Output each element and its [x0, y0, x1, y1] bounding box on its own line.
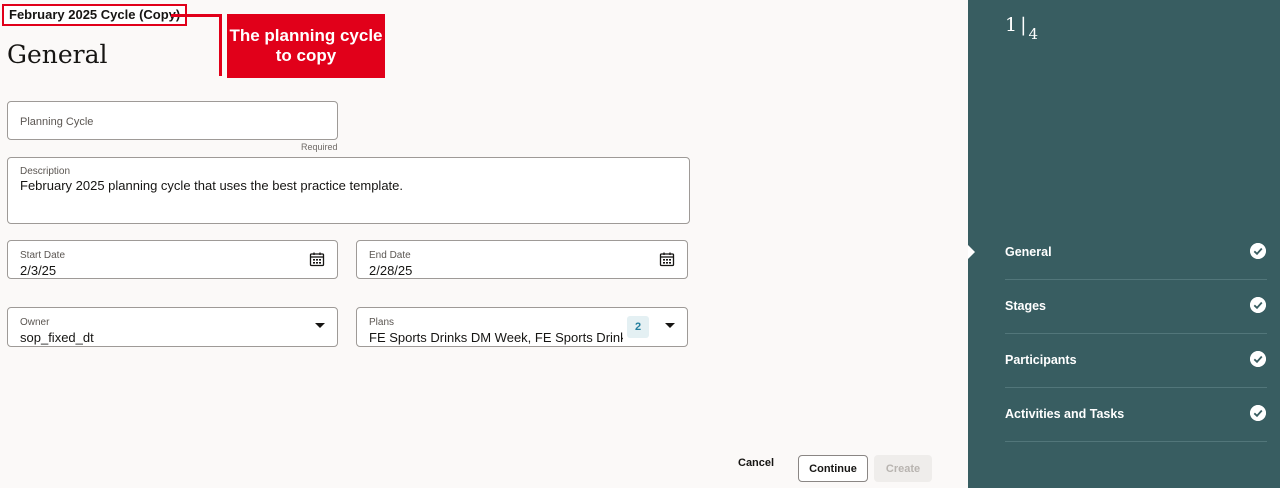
end-date-value: 2/28/25 [369, 263, 413, 278]
current-step-number: 1 [1005, 14, 1018, 36]
start-date-field[interactable]: Start Date 2/3/25 [7, 240, 338, 279]
main-panel: February 2025 Cycle (Copy) The planning … [0, 0, 968, 488]
step-label: Activities and Tasks [1005, 407, 1125, 421]
step-counter: 1 | 4 [1005, 14, 1038, 43]
plans-count-badge: 2 [627, 316, 649, 338]
owner-value: sop_fixed_dt [20, 330, 94, 345]
callout-label: The planning cycle to copy [227, 14, 385, 78]
step-stages[interactable]: Stages [1005, 280, 1267, 334]
chevron-down-icon[interactable] [315, 323, 325, 328]
callout-connector-vertical [219, 14, 222, 76]
active-step-pointer [968, 245, 975, 259]
step-label: Stages [1005, 299, 1046, 313]
end-date-label: End Date [369, 250, 411, 261]
plans-select[interactable]: Plans FE Sports Drinks DM Week, FE Sport… [356, 307, 688, 347]
check-circle-icon [1250, 297, 1266, 313]
total-steps-number: 4 [1028, 25, 1039, 43]
step-participants[interactable]: Participants [1005, 334, 1267, 388]
owner-label: Owner [20, 317, 50, 328]
plans-label: Plans [369, 317, 395, 328]
step-label: Participants [1005, 353, 1077, 367]
continue-button[interactable]: Continue [798, 455, 868, 482]
check-circle-icon [1250, 351, 1266, 367]
check-circle-icon [1250, 405, 1266, 421]
planning-cycle-input[interactable]: Planning Cycle [7, 101, 338, 140]
wizard-sidebar: 1 | 4 General Stages Participants Activiti… [968, 0, 1280, 488]
page-title: General [7, 40, 108, 69]
owner-select[interactable]: Owner sop_fixed_dt [7, 307, 338, 347]
end-date-field[interactable]: End Date 2/28/25 [356, 240, 688, 279]
callout-connector [171, 14, 221, 17]
start-date-label: Start Date [20, 250, 66, 261]
step-general[interactable]: General [1005, 226, 1267, 280]
planning-cycle-placeholder: Planning Cycle [20, 116, 94, 128]
description-label: Description [20, 166, 71, 177]
description-field[interactable]: Description February 2025 planning cycle… [7, 157, 690, 224]
step-separator: | [1020, 14, 1027, 36]
calendar-icon[interactable] [309, 251, 325, 267]
cycle-title-annotation: February 2025 Cycle (Copy) [2, 4, 188, 26]
description-value: February 2025 planning cycle that uses t… [20, 178, 403, 193]
step-label: General [1005, 245, 1052, 259]
calendar-icon[interactable] [659, 251, 675, 267]
plans-value: FE Sports Drinks DM Week, FE Sports Drin… [369, 330, 623, 345]
start-date-value: 2/3/25 [20, 263, 57, 278]
chevron-down-icon[interactable] [665, 323, 675, 328]
required-helper: Required [301, 142, 338, 152]
create-button[interactable]: Create [874, 455, 932, 482]
step-activities-and-tasks[interactable]: Activities and Tasks [1005, 388, 1267, 442]
cancel-button[interactable]: Cancel [738, 457, 774, 469]
check-circle-icon [1250, 243, 1266, 259]
